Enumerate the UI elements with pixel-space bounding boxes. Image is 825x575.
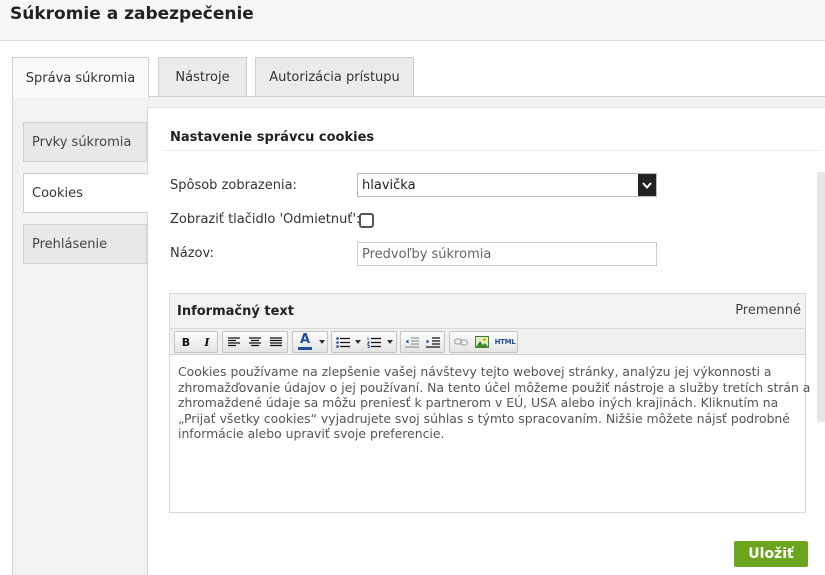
- font-color-button[interactable]: A: [294, 332, 316, 352]
- display-mode-select[interactable]: hlavička: [357, 173, 657, 197]
- info-title: Informačný text: [177, 304, 294, 319]
- editor-text-line: „Prijať všetky cookies“ vyjadrujete svoj…: [178, 410, 790, 426]
- tab-label: Autorizácia prístupu: [269, 69, 400, 85]
- name-input[interactable]: Predvoľby súkromia: [357, 242, 657, 266]
- sidebar-item-label: Cookies: [32, 185, 83, 201]
- bullet-list-icon[interactable]: [333, 332, 353, 352]
- tab-label: Nástroje: [175, 69, 230, 85]
- info-header: Informačný text Premenné: [170, 294, 805, 328]
- content-scrollbar[interactable]: [817, 172, 825, 422]
- font-color-label: A: [299, 332, 311, 347]
- toolbar-group-insert: HTML: [449, 331, 518, 353]
- display-mode-value: hlavička: [362, 177, 416, 193]
- chevron-down-icon[interactable]: [638, 174, 656, 196]
- tab-tools[interactable]: Nástroje: [158, 57, 247, 97]
- editor-text-line: informácie alebo upraviť svoje preferenc…: [178, 426, 445, 441]
- variables-link[interactable]: Premenné: [735, 303, 801, 318]
- section-divider: [162, 150, 822, 151]
- sidebar-item-cookies[interactable]: Cookies: [23, 173, 148, 213]
- tab-privacy-management[interactable]: Správa súkromia: [12, 57, 149, 98]
- outdent-icon[interactable]: [402, 332, 422, 352]
- indent-icon[interactable]: [423, 332, 443, 352]
- toolbar-group-align: [222, 331, 288, 353]
- name-input-value: Predvoľby súkromia: [362, 246, 492, 262]
- caret-down-icon[interactable]: [385, 332, 395, 352]
- sidebar-item-privacy-elements[interactable]: Prvky súkromia: [23, 122, 147, 162]
- sidebar-item-label: Prehlásenie: [32, 236, 108, 252]
- align-center-icon[interactable]: [245, 332, 265, 352]
- name-label: Názov:: [170, 246, 214, 261]
- italic-button[interactable]: I: [197, 332, 217, 352]
- bold-button[interactable]: B: [176, 332, 196, 352]
- section-title: Nastavenie správcu cookies: [170, 130, 375, 145]
- reject-button-label: Zobraziť tlačidlo 'Odmietnuť':: [170, 212, 361, 227]
- numbered-list-icon[interactable]: [364, 332, 384, 352]
- align-justify-icon[interactable]: [266, 332, 286, 352]
- page-header: Súkromie a zabezpečenie: [0, 0, 825, 41]
- sidebar-item-label: Prvky súkromia: [32, 134, 132, 150]
- caret-down-icon[interactable]: [317, 332, 327, 352]
- tab-access-authorization[interactable]: Autorizácia prístupu: [255, 57, 414, 97]
- reject-button-checkbox[interactable]: [359, 213, 374, 228]
- image-icon[interactable]: [472, 332, 492, 352]
- info-text-box: Informačný text Premenné B I A HTML Cook…: [169, 293, 811, 513]
- caret-down-icon[interactable]: [354, 332, 362, 352]
- toolbar-group-indent: [400, 331, 445, 353]
- font-color-swatch: [298, 347, 312, 350]
- tab-label: Správa súkromia: [25, 70, 136, 86]
- info-text-editor[interactable]: Cookies používame na zlepšenie vašej náv…: [178, 364, 811, 442]
- align-left-icon[interactable]: [224, 332, 244, 352]
- sidebar-item-statement[interactable]: Prehlásenie: [23, 224, 147, 264]
- editor-text-line: zhromažďovanie údajov o jej používaní. N…: [178, 379, 811, 395]
- link-icon[interactable]: [451, 332, 471, 352]
- save-button[interactable]: Uložiť: [734, 541, 808, 567]
- tab-divider: [148, 96, 825, 97]
- editor-toolbar: B I A HTML: [170, 328, 805, 355]
- toolbar-group-color: A: [292, 331, 328, 353]
- html-source-button[interactable]: HTML: [493, 332, 517, 352]
- toolbar-group-format: B I: [174, 331, 218, 353]
- editor-text-line: zhromaždené údaje sa môžu preniesť k par…: [178, 395, 779, 410]
- page-title: Súkromie a zabezpečenie: [10, 4, 254, 24]
- display-mode-label: Spôsob zobrazenia:: [170, 178, 297, 193]
- toolbar-group-lists: [331, 331, 397, 353]
- editor-text-line: Cookies používame na zlepšenie vašej náv…: [178, 364, 772, 379]
